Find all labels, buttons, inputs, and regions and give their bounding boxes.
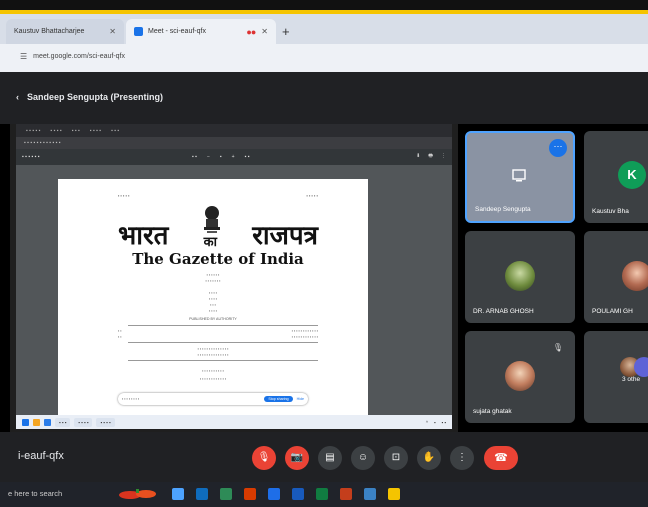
word-icon[interactable]	[292, 488, 304, 500]
avatar	[505, 261, 535, 291]
emoji-button[interactable]: ☺	[351, 446, 375, 470]
shared-taskbar: ▪ ▪ ▪ ▪ ▪ ▪ ▪ ▪ ▪ ▪ ▪ ^ ▪ ▪ ▪	[16, 415, 452, 429]
chrome-icon[interactable]	[364, 488, 376, 500]
gazette-english-title: The Gazette of India	[132, 250, 304, 268]
taskbar-task: ▪ ▪ ▪ ▪	[74, 417, 93, 427]
presenter-label: Sandeep Sengupta (Presenting)	[27, 92, 164, 102]
browser-tab-2[interactable]: Meet - sci-eauf-qfx ●● ✕	[126, 19, 276, 44]
end-call-button[interactable]: ☎	[484, 446, 518, 470]
divider	[128, 325, 318, 326]
gazette-subline: ▪ ▪ ▪ ▪	[208, 291, 218, 295]
taskbar-task: ▪ ▪ ▪ ▪	[96, 417, 115, 427]
browser-tab-strip: Kaustuv Bhattacharjee ✕ Meet - sci-eauf-…	[0, 14, 648, 44]
participant-name: Kaustuv Bha	[592, 208, 629, 215]
app-icon[interactable]	[220, 488, 232, 500]
participant-name: POULAMI GH	[592, 308, 633, 315]
gazette-subline: ▪ ▪ ▪ ▪ ▪ ▪	[206, 273, 220, 277]
divider	[128, 342, 318, 343]
gazette-subline: ▪ ▪ ▪	[210, 303, 216, 307]
participant-tile[interactable]: DR. ARNAB GHOSH	[465, 231, 575, 323]
browser-tab-1[interactable]: Kaustuv Bhattacharjee ✕	[6, 19, 124, 44]
new-tab-icon[interactable]: +	[282, 24, 290, 39]
participant-tile[interactable]: POULAMI GH	[584, 231, 648, 323]
app-icon[interactable]	[244, 488, 256, 500]
meeting-code: i-eauf-qfx	[18, 450, 64, 462]
presenting-screen-icon	[512, 169, 526, 182]
participant-tile[interactable]: ⋯ Sandeep Sengupta	[465, 131, 575, 223]
start-icon	[22, 418, 29, 426]
gazette-subline: ▪ ▪ ▪ ▪	[208, 297, 218, 301]
participant-name: DR. ARNAB GHOSH	[473, 308, 534, 315]
file-explorer-icon[interactable]	[388, 488, 400, 500]
stop-sharing-button[interactable]: Stop sharing	[264, 396, 293, 402]
participant-tile[interactable]: K Kaustuv Bha	[584, 131, 648, 223]
back-chevron-icon[interactable]: ‹	[16, 92, 19, 102]
tab-label: Meet - sci-eauf-qfx	[148, 28, 206, 35]
avatar	[505, 361, 535, 391]
tab-label: Kaustuv Bhattacharjee	[14, 28, 85, 35]
pdf-toolbar: ▪ ▪ ▪ ▪ ▪ ▪ ▪ ▪ − ▪ + ▪ ▪ ⬇ 🖶 ⋮	[16, 149, 452, 165]
more-options-icon[interactable]: ⋯	[549, 139, 567, 157]
gazette-body-line: ▪ ▪ ▪ ▪ ▪ ▪ ▪ ▪ ▪ ▪ ▪ ▪	[199, 377, 227, 381]
taskbar-search[interactable]: e here to search	[8, 489, 62, 498]
zoom-icon[interactable]	[268, 488, 280, 500]
taskbar-task: ▪ ▪ ▪	[55, 417, 71, 427]
address-bar[interactable]: ☰ meet.google.com/sci-eauf-qfx	[0, 44, 648, 72]
meet-header: ‹ Sandeep Sengupta (Presenting)	[0, 72, 648, 124]
page-header-text: ▪ ▪ ▪ ▪ ▪ ▪ ▪ ▪ ▪ ▪	[118, 193, 318, 198]
gazette-subline: ▪ ▪ ▪ ▪ ▪ ▪ ▪	[205, 279, 221, 283]
close-icon[interactable]: ✕	[109, 27, 116, 36]
shared-browser-tabs: ▪ ▪ ▪ ▪ ▪ ▪ ▪ ▪ ▪ ▪ ▪ ▪ ▪ ▪ ▪ ▪ ▪ ▪ ▪	[16, 124, 452, 137]
site-settings-icon[interactable]: ☰	[20, 52, 27, 61]
mic-muted-icon: 🎙	[552, 343, 563, 352]
participant-name: sujata ghatak	[473, 408, 512, 415]
shared-address-bar: ▪ ▪ ▪ ▪ ▪ ▪ ▪ ▪ ▪ ▪ ▪ ▪	[16, 137, 452, 149]
edge-icon[interactable]	[196, 488, 208, 500]
captions-button[interactable]: ▤	[318, 446, 342, 470]
hide-button[interactable]: Hide	[297, 397, 304, 401]
gazette-body-line: ▪ ▪ ▪ ▪ ▪ ▪ ▪ ▪ ▪ ▪ ▪ ▪ ▪ ▪	[197, 353, 229, 357]
meet-favicon-icon	[134, 27, 143, 36]
meet-controls-bar: i-eauf-qfx 🎙 📷 ▤ ☺ ⊡ ✋ ⋮ ☎	[0, 432, 648, 482]
app-icon	[44, 418, 51, 426]
camera-off-button[interactable]: 📷	[285, 446, 309, 470]
others-count: 3 othe	[622, 376, 641, 383]
pdf-canvas: ▪ ▪ ▪ ▪ ▪ ▪ ▪ ▪ ▪ ▪ भारत का राजपत्र The G…	[16, 165, 452, 415]
mic-off-button[interactable]: 🎙	[252, 446, 276, 470]
sharing-notice-text: ▪ ▪ ▪ ▪ ▪ ▪ ▪ ▪	[122, 397, 140, 401]
powerpoint-icon[interactable]	[340, 488, 352, 500]
raise-hand-button[interactable]: ✋	[417, 446, 441, 470]
recording-dots-icon: ●●	[246, 26, 256, 37]
excel-icon[interactable]	[316, 488, 328, 500]
gazette-body-line: ▪ ▪ ▪ ▪ ▪ ▪ ▪ ▪ ▪ ▪ ▪ ▪ ▪ ▪	[197, 347, 229, 351]
close-icon[interactable]: ✕	[261, 27, 268, 36]
pdf-page: ▪ ▪ ▪ ▪ ▪ ▪ ▪ ▪ ▪ ▪ भारत का राजपत्र The G…	[58, 179, 368, 415]
windows-taskbar: e here to search	[0, 482, 648, 507]
address-url[interactable]: meet.google.com/sci-eauf-qfx	[33, 53, 125, 60]
gazette-issue-row: ▪ ▪ ▪ ▪ ▪ ▪ ▪ ▪ ▪ ▪ ▪ ▪ ▪ ▪	[118, 335, 318, 339]
published-by-authority: PUBLISHED BY AUTHORITY	[189, 317, 237, 321]
participant-tile[interactable]: 🎙 sujata ghatak	[465, 331, 575, 423]
gazette-body-line: ▪ ▪ ▪ ▪ ▪ ▪ ▪ ▪ ▪ ▪	[202, 369, 224, 373]
gazette-issue-row: ▪ ▪ ▪ ▪ ▪ ▪ ▪ ▪ ▪ ▪ ▪ ▪ ▪ ▪	[118, 329, 318, 333]
participant-name: Sandeep Sengupta	[475, 206, 531, 213]
gazette-hindi-title: भारत का राजपत्र	[118, 221, 318, 251]
task-view-icon[interactable]	[172, 488, 184, 500]
more-options-button[interactable]: ⋮	[450, 446, 474, 470]
present-button[interactable]: ⊡	[384, 446, 408, 470]
avatar	[622, 261, 648, 291]
screen-frame: Kaustuv Bhattacharjee ✕ Meet - sci-eauf-…	[0, 0, 648, 507]
folder-icon	[33, 418, 40, 426]
presentation-area: ▪ ▪ ▪ ▪ ▪ ▪ ▪ ▪ ▪ ▪ ▪ ▪ ▪ ▪ ▪ ▪ ▪ ▪ ▪ ▪ ▪ ▪ …	[10, 124, 458, 432]
avatar: K	[618, 161, 646, 189]
search-highlight-icon	[119, 489, 156, 499]
others-tile[interactable]: 3 othe	[584, 331, 648, 423]
gazette-subline: ▪ ▪ ▪ ▪	[208, 309, 218, 313]
divider	[128, 360, 318, 361]
sharing-notice: ▪ ▪ ▪ ▪ ▪ ▪ ▪ ▪ Stop sharing Hide	[118, 393, 308, 405]
avatar	[634, 357, 648, 377]
